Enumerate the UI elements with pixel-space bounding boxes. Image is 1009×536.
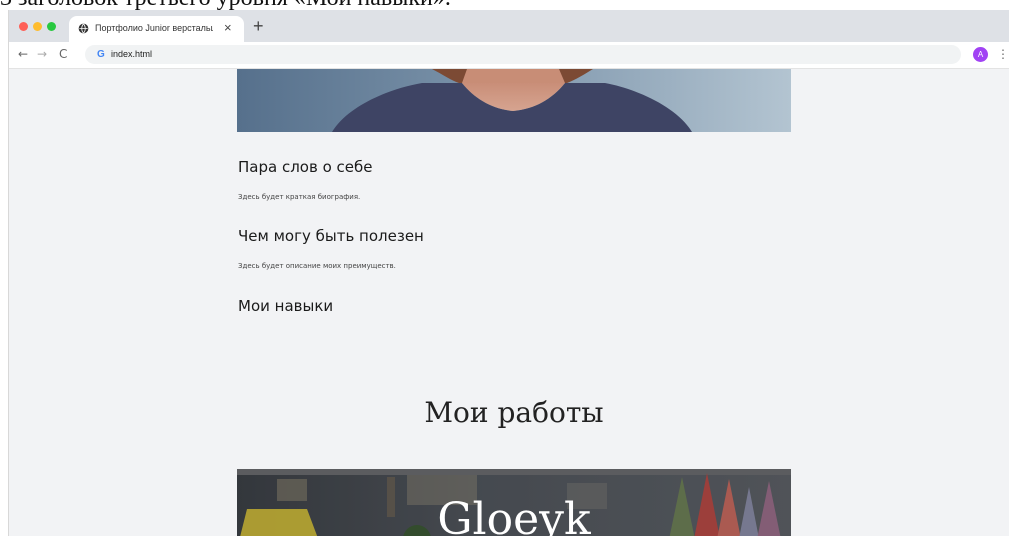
globe-icon	[78, 23, 89, 34]
url-text[interactable]: index.html	[111, 48, 152, 61]
profile-photo	[237, 69, 791, 132]
google-icon: G	[97, 49, 105, 60]
work-card[interactable]: Gloeyk	[237, 469, 791, 536]
tab-active[interactable]: Портфолио Junior верстальщика ×	[69, 16, 244, 42]
tab-close-icon[interactable]: ×	[224, 19, 232, 37]
works-heading: Мои работы	[424, 396, 604, 429]
kebab-menu-icon[interactable]: ⋮	[997, 45, 1009, 63]
minimize-window-button[interactable]	[33, 22, 42, 31]
work-title: Gloeyk	[437, 494, 591, 536]
browser-window: Портфолио Junior верстальщика × + ← → C …	[8, 10, 1009, 536]
address-bar[interactable]: G index.html	[85, 45, 961, 64]
tab-bar: Портфолио Junior верстальщика × +	[9, 10, 1009, 42]
close-window-button[interactable]	[19, 22, 28, 31]
browser-toolbar: ← → C G index.html A ⋮	[9, 42, 1009, 69]
benefits-text: Здесь будет описание моих преимуществ.	[238, 262, 396, 270]
reload-icon[interactable]: C	[59, 46, 67, 62]
page-content: Пара слов о себе Здесь будет краткая био…	[9, 69, 1009, 536]
document-caption: 3 заголовок третьего уровня «Мои навыки»…	[0, 0, 1009, 10]
about-text: Здесь будет краткая биография.	[238, 193, 361, 201]
profile-avatar[interactable]: A	[973, 47, 988, 62]
back-arrow-icon[interactable]: ←	[18, 46, 28, 62]
new-tab-button[interactable]: +	[253, 16, 264, 36]
forward-arrow-icon[interactable]: →	[37, 46, 47, 62]
portrait-image	[237, 69, 791, 132]
tab-title: Портфолио Junior верстальщика	[95, 23, 213, 33]
maximize-window-button[interactable]	[47, 22, 56, 31]
benefits-heading: Чем могу быть полезен	[238, 227, 424, 245]
about-heading: Пара слов о себе	[238, 158, 373, 176]
skills-heading: Мои навыки	[238, 297, 334, 315]
